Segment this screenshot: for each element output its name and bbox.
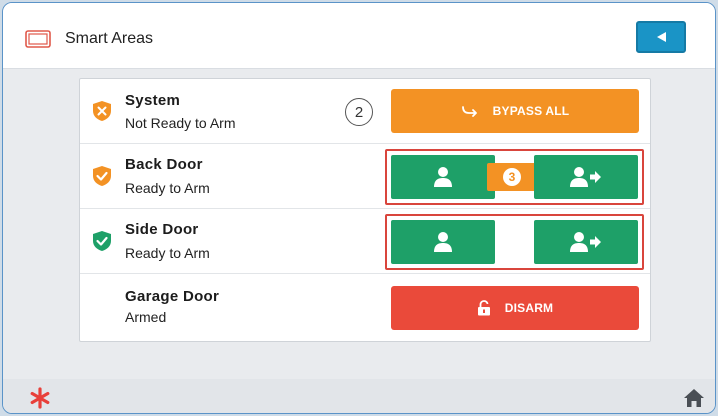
shield-check-icon	[93, 166, 111, 186]
zone-row-garage-door: Garage Door Armed DISARM	[80, 274, 650, 339]
badge-count: 3	[503, 168, 521, 186]
zone-row-side-door: Side Door Ready to Arm	[80, 209, 650, 274]
footer-bar	[3, 379, 715, 413]
panel-icon	[25, 30, 51, 48]
page-title: Smart Areas	[65, 30, 154, 47]
bypass-count: 2	[345, 98, 373, 126]
bypass-all-button[interactable]: BYPASS ALL	[391, 89, 639, 133]
zone-name: System	[125, 92, 181, 109]
zone-name: Side Door	[125, 221, 199, 238]
bypass-all-label: BYPASS ALL	[492, 104, 570, 118]
arm-button-group: 3	[385, 149, 644, 205]
bypass-arrow-icon	[461, 106, 477, 117]
zone-row-system: System Not Ready to Arm 2 BYPASS ALL	[80, 79, 650, 144]
zone-row-back-door: Back Door Ready to Arm 3	[80, 144, 650, 209]
faulted-badge: 3	[487, 163, 537, 191]
person-icon	[434, 232, 452, 252]
emergency-asterisk-icon[interactable]	[29, 387, 51, 409]
app-window: Smart Areas System Not Ready to Arm 2 BY…	[2, 2, 716, 414]
person-icon	[434, 167, 452, 187]
disarm-button[interactable]: DISARM	[391, 286, 639, 330]
zone-name: Back Door	[125, 156, 203, 173]
header-bar: Smart Areas	[3, 3, 715, 69]
arm-stay-button[interactable]	[391, 155, 495, 199]
zone-status: Not Ready to Arm	[125, 115, 236, 131]
shield-x-icon	[93, 101, 111, 121]
zone-status: Ready to Arm	[125, 245, 210, 261]
home-icon[interactable]	[683, 388, 705, 408]
zone-status: Ready to Arm	[125, 180, 210, 196]
zones-panel: System Not Ready to Arm 2 BYPASS ALL Bac…	[79, 78, 651, 342]
zone-name: Garage Door	[125, 288, 220, 305]
disarm-label: DISARM	[504, 301, 554, 315]
shield-check-icon	[93, 231, 111, 251]
zone-status: Armed	[125, 309, 167, 325]
person-exit-icon	[570, 232, 601, 252]
unlock-icon	[477, 300, 490, 316]
arm-stay-button[interactable]	[391, 220, 495, 264]
arm-away-button[interactable]	[534, 155, 638, 199]
arm-button-group	[385, 214, 644, 270]
back-arrow-icon	[657, 32, 666, 42]
back-button[interactable]	[636, 21, 686, 53]
person-exit-icon	[570, 167, 601, 187]
arm-away-button[interactable]	[534, 220, 638, 264]
